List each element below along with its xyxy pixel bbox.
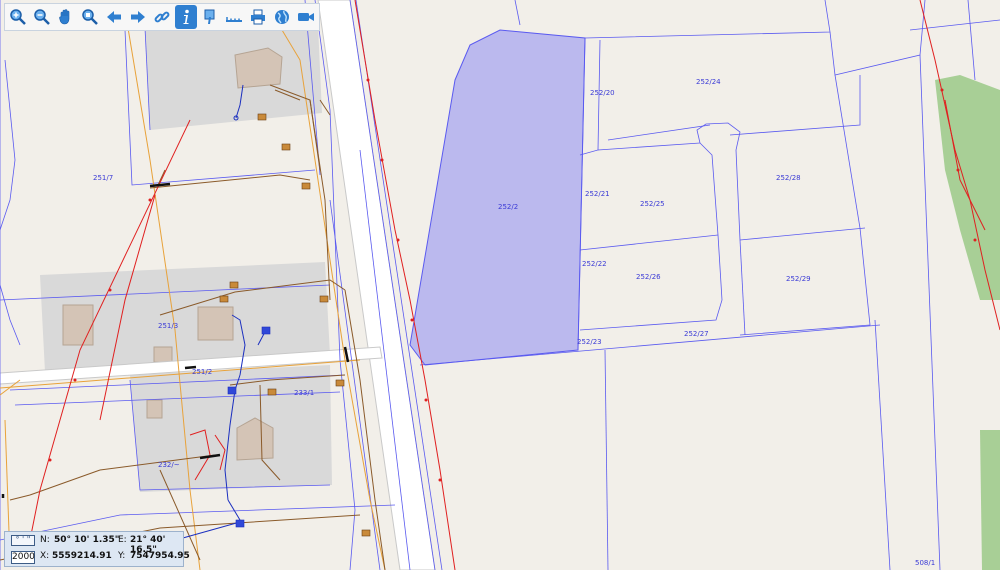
- measure-button[interactable]: [223, 5, 245, 29]
- parcel-label-251-3: 251/3: [158, 322, 178, 330]
- y-value: 7547954.95: [130, 551, 190, 561]
- parcel-label-233-1: 233/1: [294, 389, 314, 397]
- print-icon: [251, 9, 265, 25]
- map-canvas[interactable]: 251/7 251/3 251/2 233/1 232/~ 252/2 252/…: [0, 0, 1000, 570]
- latitude-label: N:: [40, 535, 50, 545]
- video-camera-icon: [298, 13, 314, 21]
- measure-ruler-icon: [226, 17, 242, 22]
- parcel-label-252-28: 252/28: [776, 174, 801, 182]
- parcel-label-252-2: 252/2: [498, 203, 518, 211]
- info-pointer-button[interactable]: [199, 5, 221, 29]
- video-button[interactable]: [295, 5, 317, 29]
- globe-button[interactable]: [271, 5, 293, 29]
- parcel-label-252-22: 252/22: [582, 260, 607, 268]
- parcel-label-251-7: 251/7: [93, 174, 113, 182]
- link-icon: [154, 11, 170, 23]
- back-arrow-icon: [107, 11, 121, 23]
- parcel-label-508-1: 508/1: [915, 559, 935, 567]
- forward-arrow-icon: [131, 11, 145, 23]
- x-label: X:: [40, 551, 50, 561]
- parcel-label-252-25: 252/25: [640, 200, 665, 208]
- map-toolbar: [4, 3, 320, 31]
- parcel-label-232: 232/~: [158, 461, 180, 469]
- latitude-value: 50° 10' 1.35": [54, 535, 120, 545]
- back-button[interactable]: [103, 5, 125, 29]
- pan-button[interactable]: [55, 5, 77, 29]
- zoom-extent-button[interactable]: [79, 5, 101, 29]
- parcel-label-252-20: 252/20: [590, 89, 615, 97]
- print-button[interactable]: [247, 5, 269, 29]
- longitude-label: E:: [118, 535, 127, 545]
- coordinate-format-button[interactable]: ° ' ": [11, 535, 35, 546]
- y-label: Y:: [118, 551, 126, 561]
- zoom-in-button[interactable]: [7, 5, 29, 29]
- zoom-extent-icon: [82, 9, 98, 25]
- zoom-in-icon: [10, 9, 26, 25]
- info-icon: [183, 9, 189, 24]
- parcel-label-252-26: 252/26: [636, 273, 661, 281]
- globe-icon: [275, 10, 289, 24]
- scale-field[interactable]: 2000: [11, 551, 35, 564]
- info-pointer-icon: [204, 9, 215, 24]
- zoom-out-icon: [34, 9, 50, 25]
- link-button[interactable]: [151, 5, 173, 29]
- x-value: 5559214.91: [52, 551, 112, 561]
- zoom-out-button[interactable]: [31, 5, 53, 29]
- parcel-label-252-27: 252/27: [684, 330, 709, 338]
- parcel-label-252-21: 252/21: [585, 190, 610, 198]
- forward-button[interactable]: [127, 5, 149, 29]
- pan-hand-icon: [59, 9, 70, 25]
- parcel-label-252-24: 252/24: [696, 78, 721, 86]
- coordinates-panel: ° ' " 2000 N: 50° 10' 1.35" E: 21° 40' 1…: [4, 531, 190, 567]
- info-button[interactable]: [175, 5, 197, 29]
- parcel-label-252-29: 252/29: [786, 275, 811, 283]
- parcel-label-251-2: 251/2: [192, 368, 212, 376]
- parcel-label-252-23: 252/23: [577, 338, 602, 346]
